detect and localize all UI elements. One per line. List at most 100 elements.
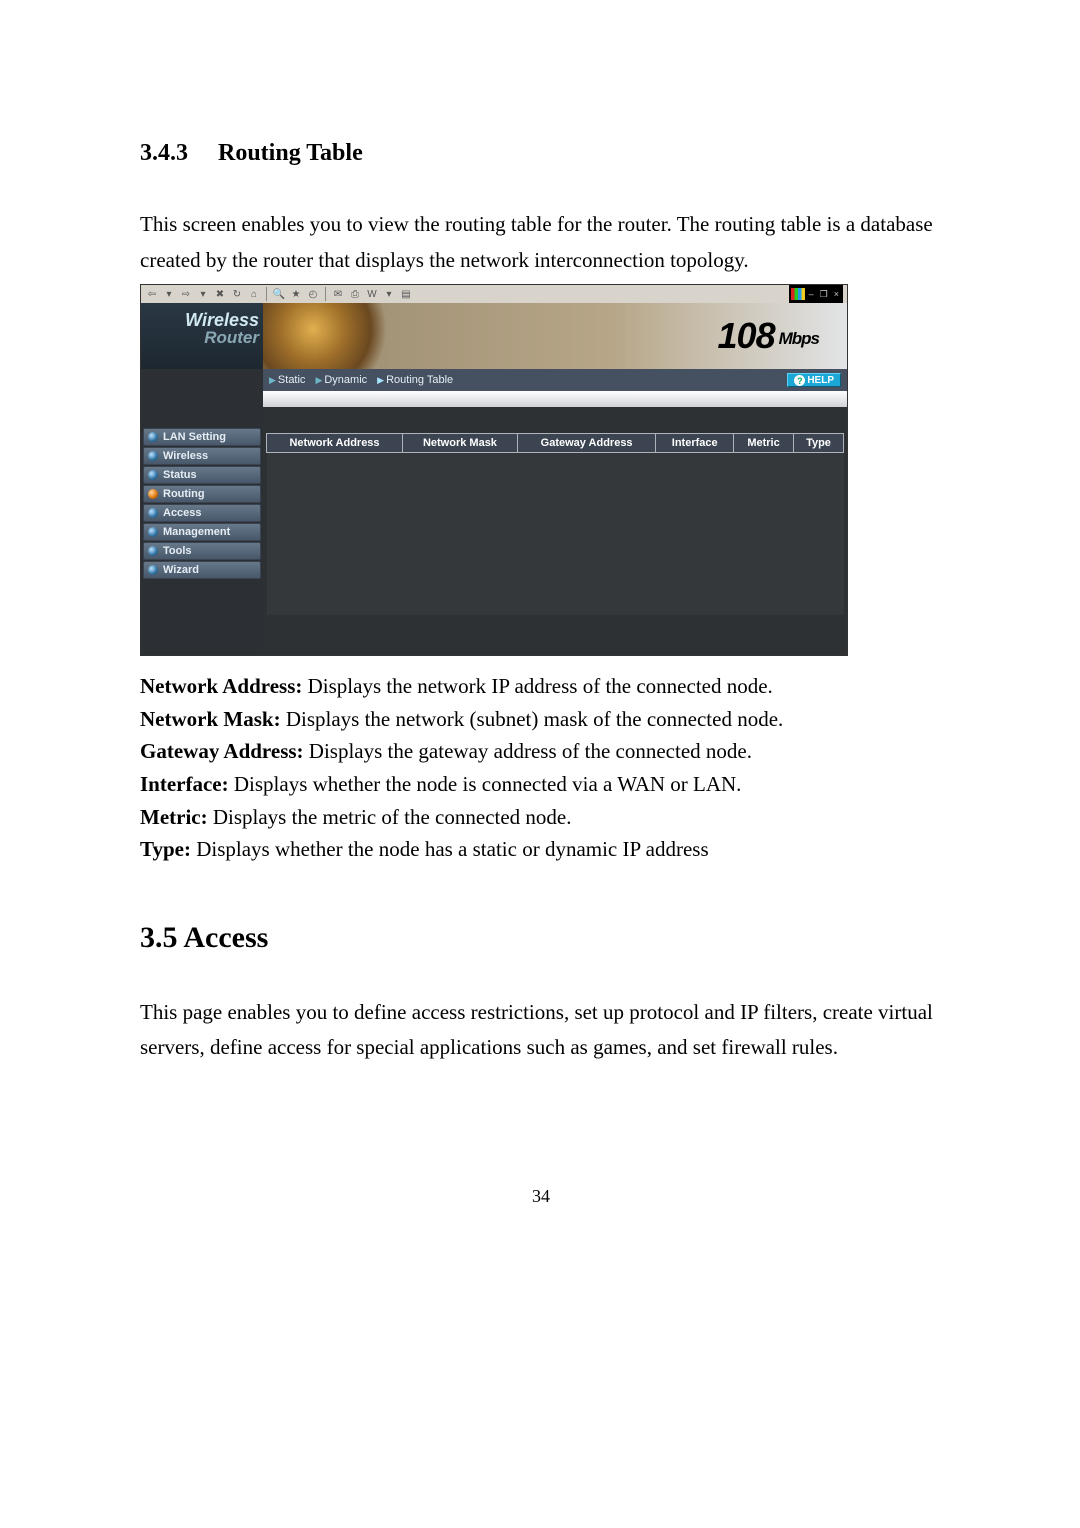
mail-icon[interactable]: ✉ [331, 287, 345, 301]
col-interface: Interface [656, 434, 734, 453]
definition-term: Network Address: [140, 674, 302, 698]
tab-routing-table[interactable]: ▶Routing Table [377, 374, 453, 386]
separator-icon [325, 287, 326, 301]
sidebar-item-tools[interactable]: Tools [143, 542, 261, 560]
browser-toolbar: ⇦ ▾ ⇨ ▾ ✖ ↻ ⌂ 🔍 ★ ◴ ✉ ⎙ W ▾ ▤ – ❐ × [141, 285, 847, 303]
field-definitions: Network Address: Displays the network IP… [140, 670, 942, 865]
tab-static[interactable]: ▶Static [269, 374, 305, 386]
close-button[interactable]: × [832, 289, 841, 299]
section-number: 3.4.3 [140, 140, 188, 167]
dropdown-icon[interactable]: ▾ [196, 287, 210, 301]
print-icon[interactable]: ⎙ [348, 287, 362, 301]
brand-number: 108 [718, 315, 775, 356]
dropdown-icon[interactable]: ▾ [162, 287, 176, 301]
help-label: HELP [807, 375, 834, 386]
definition-desc: Displays the metric of the connected nod… [208, 805, 572, 829]
back-icon[interactable]: ⇦ [145, 287, 159, 301]
bullet-icon [148, 527, 158, 537]
bullet-icon [148, 451, 158, 461]
sidebar-item-label: LAN Setting [163, 431, 226, 443]
definition-desc: Displays the network IP address of the c… [302, 674, 772, 698]
sidebar-item-label: Routing [163, 488, 205, 500]
separator-icon [266, 287, 267, 301]
bullet-icon [148, 508, 158, 518]
sidebar-item-access[interactable]: Access [143, 504, 261, 522]
sidebar-item-status[interactable]: Status [143, 466, 261, 484]
logo-line1: Wireless [141, 311, 259, 329]
help-icon: ? [794, 375, 805, 386]
logo-line2: Router [141, 329, 259, 346]
refresh-icon[interactable]: ↻ [230, 287, 244, 301]
subtab-strip [263, 391, 847, 407]
stop-icon[interactable]: ✖ [213, 287, 227, 301]
search-icon[interactable]: 🔍 [272, 287, 286, 301]
definition-line: Network Mask: Displays the network (subn… [140, 703, 942, 736]
sidebar-item-label: Management [163, 526, 230, 538]
sidebar-item-label: Wireless [163, 450, 208, 462]
banner-graphic-icon [263, 303, 403, 369]
definition-line: Gateway Address: Displays the gateway ad… [140, 735, 942, 768]
banner-brand: 108Mbps [718, 315, 819, 357]
definition-desc: Displays whether the node has a static o… [191, 837, 709, 861]
word-icon[interactable]: W [365, 287, 379, 301]
history-icon[interactable]: ◴ [306, 287, 320, 301]
help-button[interactable]: ? HELP [787, 373, 841, 387]
definition-term: Metric: [140, 805, 208, 829]
sub-tab-bar: ▶Static ▶Dynamic ▶Routing Table ? HELP [263, 369, 847, 391]
sidebar-item-management[interactable]: Management [143, 523, 261, 541]
banner: 108Mbps [263, 303, 847, 369]
definition-term: Gateway Address: [140, 739, 304, 763]
router-logo: Wireless Router [141, 303, 263, 369]
maximize-button[interactable]: ❐ [818, 289, 830, 300]
bullet-icon [148, 565, 158, 575]
tab-dynamic[interactable]: ▶Dynamic [315, 374, 367, 386]
bullet-icon [148, 546, 158, 556]
bullet-icon [148, 432, 158, 442]
home-icon[interactable]: ⌂ [247, 287, 261, 301]
triangle-icon: ▶ [269, 375, 276, 385]
definition-term: Type: [140, 837, 191, 861]
sidebar-item-wizard[interactable]: Wizard [143, 561, 261, 579]
definition-term: Interface: [140, 772, 229, 796]
section-heading: 3.4.3 Routing Table [140, 140, 942, 167]
definition-line: Network Address: Displays the network IP… [140, 670, 942, 703]
sidebar-item-wireless[interactable]: Wireless [143, 447, 261, 465]
sidebar-item-label: Wizard [163, 564, 199, 576]
sidebar: Wireless Router LAN Setting Wireless Statu… [141, 303, 263, 655]
definition-desc: Displays the gateway address of the conn… [304, 739, 752, 763]
col-type: Type [793, 434, 843, 453]
bullet-icon [148, 489, 158, 499]
section-intro: This screen enables you to view the rout… [140, 207, 942, 278]
sidebar-item-label: Tools [163, 545, 192, 557]
favorites-icon[interactable]: ★ [289, 287, 303, 301]
routing-table: Network AddressNetwork MaskGateway Addre… [266, 433, 844, 615]
triangle-icon: ▶ [377, 375, 384, 385]
brand-unit: Mbps [779, 329, 819, 348]
sidebar-item-routing[interactable]: Routing [143, 485, 261, 503]
col-gateway-address: Gateway Address [517, 434, 656, 453]
sidebar-item-lan-setting[interactable]: LAN Setting [143, 428, 261, 446]
section2-heading: 3.5 Access [140, 921, 942, 955]
sidebar-item-label: Access [163, 507, 202, 519]
minimize-button[interactable]: – [807, 289, 816, 299]
definition-term: Network Mask: [140, 707, 281, 731]
definition-line: Type: Displays whether the node has a st… [140, 833, 942, 866]
window-controls: – ❐ × [789, 285, 843, 303]
definition-desc: Displays the network (subnet) mask of th… [281, 707, 784, 731]
section-title: Routing Table [218, 140, 363, 166]
forward-icon[interactable]: ⇨ [179, 287, 193, 301]
windows-logo-icon [791, 288, 805, 300]
definition-desc: Displays whether the node is connected v… [229, 772, 742, 796]
edit-icon[interactable]: ▤ [399, 287, 413, 301]
definition-line: Metric: Displays the metric of the conne… [140, 801, 942, 834]
section2-body: This page enables you to define access r… [140, 995, 942, 1066]
triangle-icon: ▶ [315, 375, 322, 385]
col-network-address: Network Address [267, 434, 403, 453]
dropdown-icon[interactable]: ▾ [382, 287, 396, 301]
page-number: 34 [140, 1186, 942, 1207]
definition-line: Interface: Displays whether the node is … [140, 768, 942, 801]
table-empty-area [267, 453, 844, 616]
col-metric: Metric [734, 434, 794, 453]
router-ui-screenshot: ⇦ ▾ ⇨ ▾ ✖ ↻ ⌂ 🔍 ★ ◴ ✉ ⎙ W ▾ ▤ – ❐ × [140, 284, 848, 656]
col-network-mask: Network Mask [403, 434, 518, 453]
